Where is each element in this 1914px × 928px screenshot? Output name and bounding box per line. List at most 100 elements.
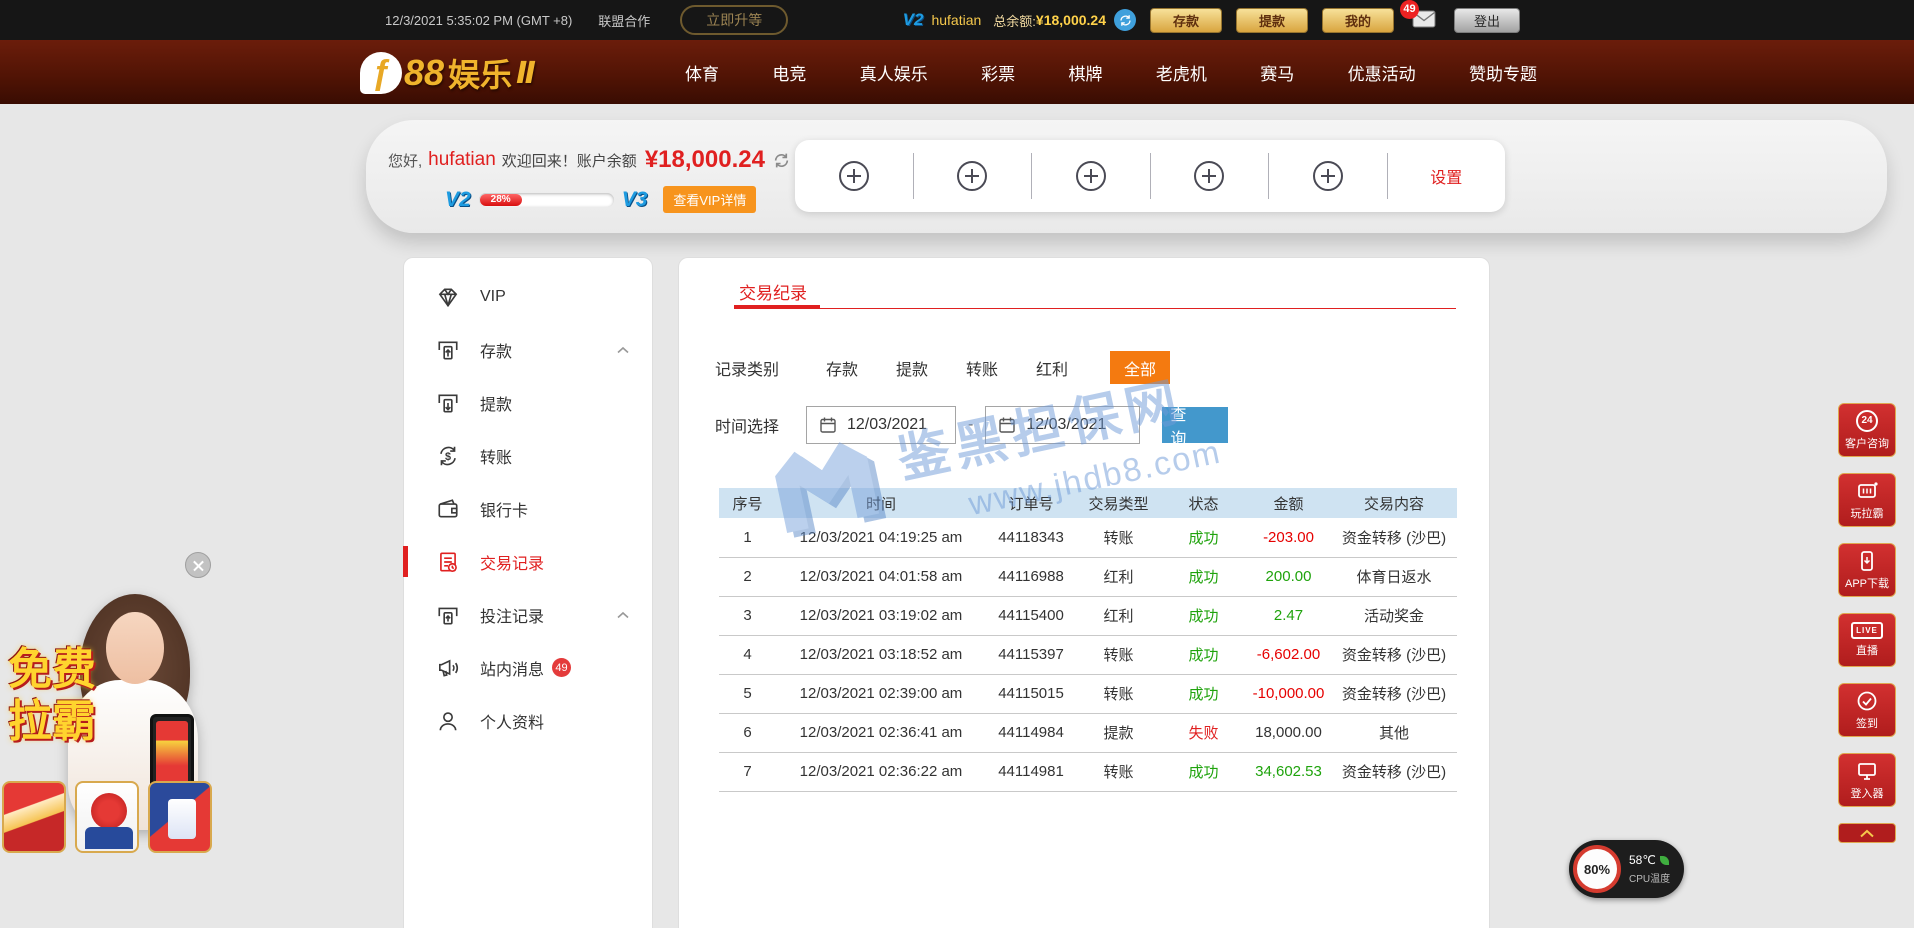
filter-options: 存款 提款 转账 红利 xyxy=(826,356,1106,380)
withdraw-button[interactable]: 提款 xyxy=(1236,8,1308,33)
quick-add-slot-2[interactable] xyxy=(1031,153,1150,199)
quick-add-slot-4[interactable] xyxy=(1268,153,1387,199)
cell-no: 4 xyxy=(719,635,776,674)
cell-no: 3 xyxy=(719,596,776,635)
svg-text:$: $ xyxy=(445,450,451,462)
date-to-input[interactable]: 12/03/2021 xyxy=(985,406,1140,444)
transfer-icon: $ xyxy=(436,444,462,468)
cell-type: 转账 xyxy=(1076,752,1161,791)
cell-no: 5 xyxy=(719,674,776,713)
live-stream-button[interactable]: LIVE 直播 xyxy=(1838,613,1896,667)
cell-status: 成功 xyxy=(1161,557,1246,596)
vip-progress-row: V2 28% V3 查看VIP详情 xyxy=(445,186,756,213)
nav-item-0[interactable]: 体育 xyxy=(685,60,719,85)
cell-no: 7 xyxy=(719,752,776,791)
table-header-3: 交易类型 xyxy=(1076,488,1161,518)
quick-add-slot-0[interactable] xyxy=(795,153,913,199)
nav-item-7[interactable]: 优惠活动 xyxy=(1348,60,1416,85)
nav-item-4[interactable]: 棋牌 xyxy=(1069,60,1103,85)
date-select-row: 时间选择 12/03/2021 - 12/03/2021 查 询 xyxy=(715,406,1228,444)
table-header-1: 时间 xyxy=(776,488,986,518)
customer-service-button[interactable]: 24 客户咨询 xyxy=(1838,403,1896,457)
cpu-monitor-widget: 80% 58℃ CPU温度 xyxy=(1569,840,1684,898)
sidebar-item-profile[interactable]: 个人资料 xyxy=(404,694,652,747)
cell-amount: 18,000.00 xyxy=(1246,713,1331,752)
launcher-button[interactable]: 登入器 xyxy=(1838,753,1896,807)
withdraw-icon xyxy=(436,391,462,415)
service-24-icon: 24 xyxy=(1856,410,1878,432)
upgrade-button[interactable]: 立即升等 xyxy=(680,5,788,35)
nav-item-2[interactable]: 真人娱乐 xyxy=(860,60,928,85)
cell-time: 12/03/2021 04:19:25 am xyxy=(776,518,986,557)
sidebar-item-transfer[interactable]: $ 转账 xyxy=(404,429,652,482)
sidebar-item-bet-record[interactable]: 投注记录 xyxy=(404,588,652,641)
promo-thumbnail[interactable] xyxy=(75,781,139,853)
filter-option-0[interactable]: 存款 xyxy=(826,356,858,380)
vip-level-icon: V2 xyxy=(903,10,924,30)
promo-headline: 免费 拉霸 xyxy=(8,644,96,748)
balance-label: 总余额: xyxy=(993,11,1036,30)
leaf-icon xyxy=(1660,856,1669,865)
check-in-button[interactable]: 签到 xyxy=(1838,683,1896,737)
filter-option-3[interactable]: 红利 xyxy=(1036,356,1068,380)
cpu-temp-value: 58℃ xyxy=(1629,853,1656,867)
site-logo[interactable]: ƒ 88 娱乐 Ⅱ xyxy=(360,50,536,96)
logo-text: 娱乐 xyxy=(448,50,512,96)
sidebar-item-bank-card[interactable]: 银行卡 xyxy=(404,482,652,535)
filter-option-2[interactable]: 转账 xyxy=(966,356,998,380)
transaction-table: 序号时间订单号交易类型状态金额交易内容112/03/2021 04:19:25 … xyxy=(719,488,1457,792)
table-row-2: 212/03/2021 04:01:58 am44116988红利成功200.0… xyxy=(719,557,1457,596)
nav-item-1[interactable]: 电竞 xyxy=(772,60,806,85)
filter-all-button[interactable]: 全部 xyxy=(1110,351,1170,384)
play-slots-button[interactable]: 玩拉霸 xyxy=(1838,473,1896,527)
nav-item-6[interactable]: 赛马 xyxy=(1260,60,1294,85)
app-download-button[interactable]: APP下载 xyxy=(1838,543,1896,597)
promo-thumbnail[interactable] xyxy=(2,781,66,853)
sidebar-item-deposit[interactable]: 存款 xyxy=(404,323,652,376)
sidebar-item-withdraw[interactable]: 提款 xyxy=(404,376,652,429)
sidebar-item-vip[interactable]: VIP xyxy=(404,270,652,323)
nav-item-5[interactable]: 老虎机 xyxy=(1156,60,1207,85)
promo-close-button[interactable] xyxy=(185,552,211,578)
tab-divider-line xyxy=(734,308,1456,309)
refresh-balance-button-banner[interactable] xyxy=(773,152,790,169)
mine-button[interactable]: 我的 xyxy=(1322,8,1394,33)
vip-detail-button[interactable]: 查看VIP详情 xyxy=(663,186,756,213)
cell-order: 44115397 xyxy=(986,635,1076,674)
cell-amount: -6,602.00 xyxy=(1246,635,1331,674)
table-header-6: 交易内容 xyxy=(1331,488,1457,518)
filter-option-1[interactable]: 提款 xyxy=(896,356,928,380)
plus-icon xyxy=(1313,161,1343,191)
settings-button[interactable]: 设置 xyxy=(1387,153,1506,199)
deposit-button[interactable]: 存款 xyxy=(1150,8,1222,33)
profile-icon xyxy=(436,709,462,733)
cell-no: 6 xyxy=(719,713,776,752)
cell-status: 成功 xyxy=(1161,596,1246,635)
query-button[interactable]: 查 询 xyxy=(1162,407,1228,443)
tab-transaction-records[interactable]: 交易纪录 xyxy=(739,279,807,304)
cell-order: 44118343 xyxy=(986,518,1076,557)
logout-button[interactable]: 登出 xyxy=(1454,8,1520,33)
cell-status: 成功 xyxy=(1161,752,1246,791)
record-type-filter-row: 记录类别 存款提款转账红利 全部 xyxy=(715,351,1170,384)
date-select-label: 时间选择 xyxy=(715,413,806,437)
date-from-input[interactable]: 12/03/2021 xyxy=(806,406,956,444)
collapse-sidebar-button[interactable] xyxy=(1838,823,1896,843)
sidebar-item-transaction-record[interactable]: 交易记录 xyxy=(404,535,652,588)
sidebar-item-site-messages[interactable]: 站内消息 49 xyxy=(404,641,652,694)
nav-item-3[interactable]: 彩票 xyxy=(981,60,1015,85)
quick-add-slot-1[interactable] xyxy=(913,153,1032,199)
cell-amount: 200.00 xyxy=(1246,557,1331,596)
nav-item-8[interactable]: 赞助专题 xyxy=(1469,60,1537,85)
promo-thumbnail[interactable] xyxy=(148,781,212,853)
messages-button[interactable]: 49 xyxy=(1412,10,1436,31)
table-row-3: 312/03/2021 03:19:02 am44115400红利成功2.47活… xyxy=(719,596,1457,635)
refresh-balance-button[interactable] xyxy=(1114,9,1136,31)
alliance-link[interactable]: 联盟合作 xyxy=(598,11,650,30)
cell-amount: -203.00 xyxy=(1246,518,1331,557)
quick-add-slot-3[interactable] xyxy=(1150,153,1269,199)
chevron-up-icon[interactable] xyxy=(616,611,630,619)
plus-icon xyxy=(957,161,987,191)
chevron-up-icon[interactable] xyxy=(616,346,630,354)
sidebar-item-label: 交易记录 xyxy=(480,550,544,574)
